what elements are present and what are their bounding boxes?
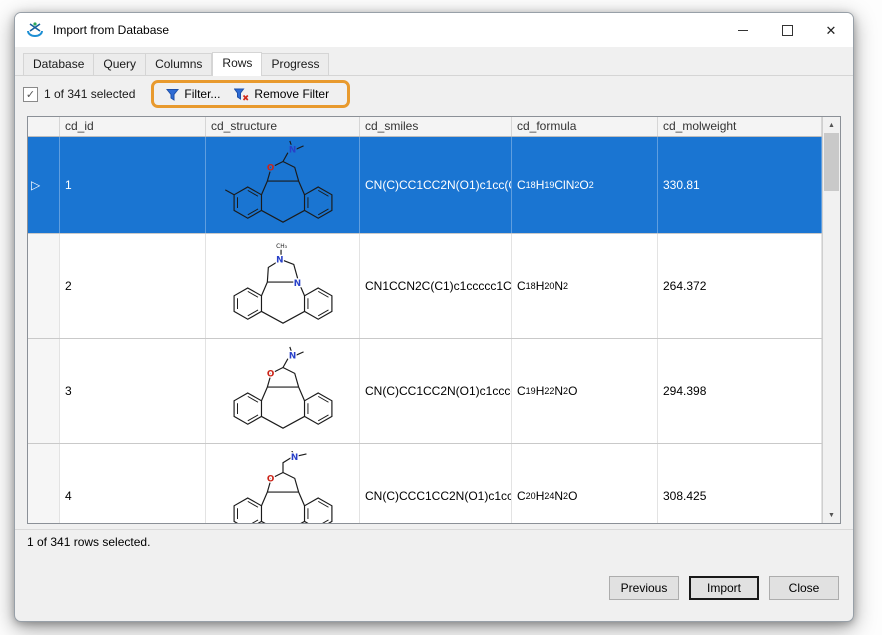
current-row-arrow-icon: ▷ bbox=[31, 178, 41, 192]
column-header-cd-molweight[interactable]: cd_molweight bbox=[658, 117, 822, 136]
maximize-button[interactable] bbox=[765, 13, 809, 47]
remove-filter-button-label: Remove Filter bbox=[254, 87, 330, 101]
cell-cd-structure[interactable]: O N bbox=[206, 444, 360, 523]
cell-cd-formula[interactable]: C 19 H 22 N 2 O bbox=[512, 339, 658, 443]
column-header-cd-formula[interactable]: cd_formula bbox=[512, 117, 658, 136]
maximize-icon bbox=[781, 24, 793, 36]
tab-strip: Database Query Columns Rows Progress bbox=[15, 47, 853, 76]
grid-columns-area: cd_id cd_structure cd_smiles cd_formula … bbox=[28, 117, 822, 523]
table-row[interactable]: 2 N N CH₃ CN1CCN2C(C1)c1ccccc1Cc... C18 … bbox=[28, 234, 822, 339]
previous-button[interactable]: Previous bbox=[609, 576, 679, 600]
svg-text:N: N bbox=[293, 279, 300, 289]
close-dialog-button[interactable]: Close bbox=[769, 576, 839, 600]
screen: Import from Database ✕ Database Query Co… bbox=[0, 0, 882, 635]
results-grid: cd_id cd_structure cd_smiles cd_formula … bbox=[27, 116, 841, 524]
selection-count-label: 1 of 341 selected bbox=[44, 87, 136, 101]
close-icon: ✕ bbox=[825, 22, 837, 38]
svg-text:N: N bbox=[288, 146, 295, 156]
svg-text:O: O bbox=[266, 163, 274, 173]
import-button[interactable]: Import bbox=[689, 576, 759, 600]
svg-text:N: N bbox=[288, 352, 295, 362]
column-header-cd-smiles[interactable]: cd_smiles bbox=[360, 117, 512, 136]
svg-text:N: N bbox=[276, 256, 283, 266]
cell-cd-smiles[interactable]: CN(C)CC1CC2N(O1)c1cc(C... bbox=[360, 137, 512, 233]
molecule-structure-drawing: O N bbox=[233, 346, 332, 429]
cell-cd-id[interactable]: 2 bbox=[60, 234, 206, 338]
tab-progress[interactable]: Progress bbox=[262, 53, 330, 75]
scroll-up-arrow-icon[interactable]: ▲ bbox=[823, 117, 840, 133]
remove-filter-button[interactable]: Remove Filter bbox=[228, 85, 335, 103]
vertical-scrollbar[interactable]: ▲ ▼ bbox=[822, 117, 840, 523]
annotation-highlight-box: Filter... Remove Filter bbox=[151, 80, 351, 108]
molecule-structure-drawing: O N bbox=[224, 140, 332, 223]
row-selector-cell[interactable] bbox=[28, 234, 60, 338]
cell-cd-id[interactable]: 4 bbox=[60, 444, 206, 523]
molecule-structure-drawing: O N bbox=[233, 451, 332, 523]
cell-cd-formula[interactable]: C 18 H 20 N 2 bbox=[512, 234, 658, 338]
column-header-cd-id[interactable]: cd_id bbox=[60, 117, 206, 136]
close-button[interactable]: ✕ bbox=[809, 13, 853, 47]
cell-cd-structure[interactable]: O N bbox=[206, 137, 360, 233]
filter-funnel-icon bbox=[166, 88, 180, 101]
cell-cd-id[interactable]: 3 bbox=[60, 339, 206, 443]
cell-cd-smiles[interactable]: CN1CCN2C(C1)c1ccccc1Cc... bbox=[360, 234, 512, 338]
scrollbar-track[interactable] bbox=[823, 191, 840, 507]
svg-text:O: O bbox=[266, 369, 274, 379]
svg-text:N: N bbox=[290, 453, 297, 463]
tab-rows[interactable]: Rows bbox=[212, 52, 263, 76]
filter-button[interactable]: Filter... bbox=[160, 85, 226, 103]
column-header-cd-structure[interactable]: cd_structure bbox=[206, 117, 360, 136]
svg-text:CH₃: CH₃ bbox=[276, 244, 287, 250]
remove-filter-funnel-x-icon bbox=[234, 88, 249, 101]
row-selector-cell[interactable] bbox=[28, 444, 60, 523]
cell-cd-formula[interactable]: C 18 H 19 ClN 2 O 2 bbox=[512, 137, 658, 233]
grid-body: ▷ 1 O N CN(C)CC1CC2N(O1)c1cc(C... C 18 H… bbox=[28, 137, 822, 523]
table-row[interactable]: 4 O N CN(C)CCC1CC2N(O1)c1cc... C 20 H 24 N 2 O… bbox=[28, 444, 822, 523]
footer-button-bar: Previous Import Close bbox=[15, 554, 853, 600]
cell-cd-molweight[interactable]: 264.372 bbox=[658, 234, 822, 338]
cell-cd-molweight[interactable]: 294.398 bbox=[658, 339, 822, 443]
grid-corner-cell bbox=[28, 117, 60, 136]
tab-columns[interactable]: Columns bbox=[146, 53, 213, 75]
grid-header-row: cd_id cd_structure cd_smiles cd_formula … bbox=[28, 117, 822, 137]
tab-database[interactable]: Database bbox=[23, 53, 95, 75]
cell-cd-structure[interactable]: N N CH₃ bbox=[206, 234, 360, 338]
select-all-checkbox[interactable]: ✓ bbox=[23, 86, 38, 102]
minimize-icon bbox=[738, 29, 748, 31]
cell-cd-smiles[interactable]: CN(C)CCC1CC2N(O1)c1cc... bbox=[360, 444, 512, 523]
status-bar: 1 of 341 rows selected. bbox=[15, 529, 853, 554]
rows-toolbar: ✓ 1 of 341 selected Filter... Remove Fil… bbox=[15, 76, 853, 112]
cell-cd-molweight[interactable]: 308.425 bbox=[658, 444, 822, 523]
table-row[interactable]: 3 O N CN(C)CC1CC2N(O1)c1cccc... C 19 H 22 N 2… bbox=[28, 339, 822, 444]
cell-cd-structure[interactable]: O N bbox=[206, 339, 360, 443]
molecule-structure-drawing: N N CH₃ bbox=[233, 243, 332, 324]
row-selector-cell[interactable] bbox=[28, 339, 60, 443]
scroll-down-arrow-icon[interactable]: ▼ bbox=[823, 507, 840, 523]
cell-cd-molweight[interactable]: 330.81 bbox=[658, 137, 822, 233]
svg-text:O: O bbox=[266, 474, 274, 484]
tab-query[interactable]: Query bbox=[94, 53, 147, 75]
cell-cd-smiles[interactable]: CN(C)CC1CC2N(O1)c1cccc... bbox=[360, 339, 512, 443]
app-icon bbox=[27, 22, 43, 37]
window-title: Import from Database bbox=[53, 23, 170, 37]
scrollbar-thumb[interactable] bbox=[824, 133, 839, 191]
check-icon: ✓ bbox=[25, 88, 36, 101]
filter-button-label: Filter... bbox=[184, 87, 221, 101]
status-text: 1 of 341 rows selected. bbox=[27, 535, 151, 549]
import-from-database-dialog: Import from Database ✕ Database Query Co… bbox=[14, 12, 854, 622]
minimize-button[interactable] bbox=[721, 13, 765, 47]
titlebar: Import from Database ✕ bbox=[15, 13, 853, 47]
cell-cd-id[interactable]: 1 bbox=[60, 137, 206, 233]
table-row[interactable]: ▷ 1 O N CN(C)CC1CC2N(O1)c1cc(C... C 18 H… bbox=[28, 137, 822, 234]
row-selector-cell[interactable]: ▷ bbox=[28, 137, 60, 233]
cell-cd-formula[interactable]: C 20 H 24 N 2 O bbox=[512, 444, 658, 523]
